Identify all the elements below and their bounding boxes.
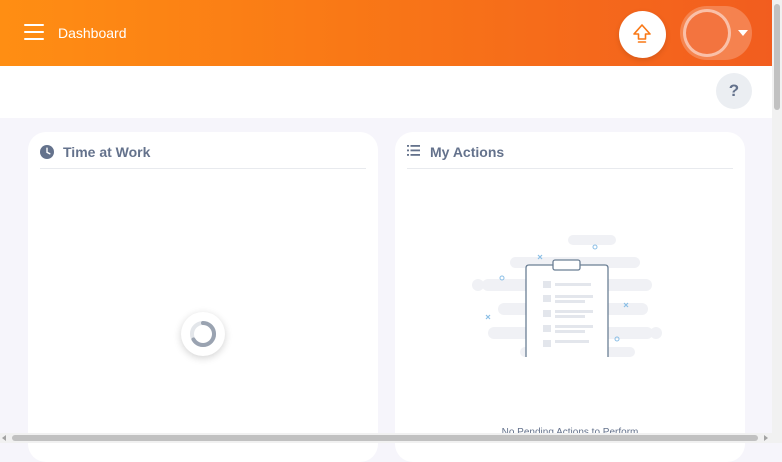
widget-title: Time at Work [63,144,151,160]
empty-clipboard-illustration [472,235,662,357]
my-actions-widget: My Actions No Pending Actions to Perform [395,132,745,462]
sub-header-bar: ? [0,66,772,118]
avatar[interactable] [683,9,731,57]
clock-icon [40,145,54,159]
page-title: Dashboard [58,25,127,41]
help-button[interactable]: ? [716,73,752,109]
list-icon [407,145,420,156]
horizontal-scrollbar-thumb[interactable] [12,435,758,441]
widget-header: My Actions [407,132,733,169]
hamburger-menu-icon[interactable] [24,24,44,40]
scroll-left-icon[interactable] [2,435,6,441]
widget-title: My Actions [430,144,505,160]
user-profile-dropdown[interactable] [680,6,752,60]
time-at-work-widget: Time at Work [28,132,378,462]
upgrade-button[interactable] [619,11,666,58]
top-navigation-bar: Dashboard [0,0,772,66]
vertical-scrollbar[interactable] [772,0,782,443]
vertical-scrollbar-thumb[interactable] [774,4,780,110]
spinner-icon [190,320,216,347]
widget-header: Time at Work [40,132,366,169]
caret-down-icon[interactable] [738,30,748,36]
scroll-right-icon[interactable] [764,435,768,441]
horizontal-scrollbar[interactable] [0,433,772,443]
upgrade-arrow-icon [633,24,651,43]
loading-spinner [181,312,225,356]
